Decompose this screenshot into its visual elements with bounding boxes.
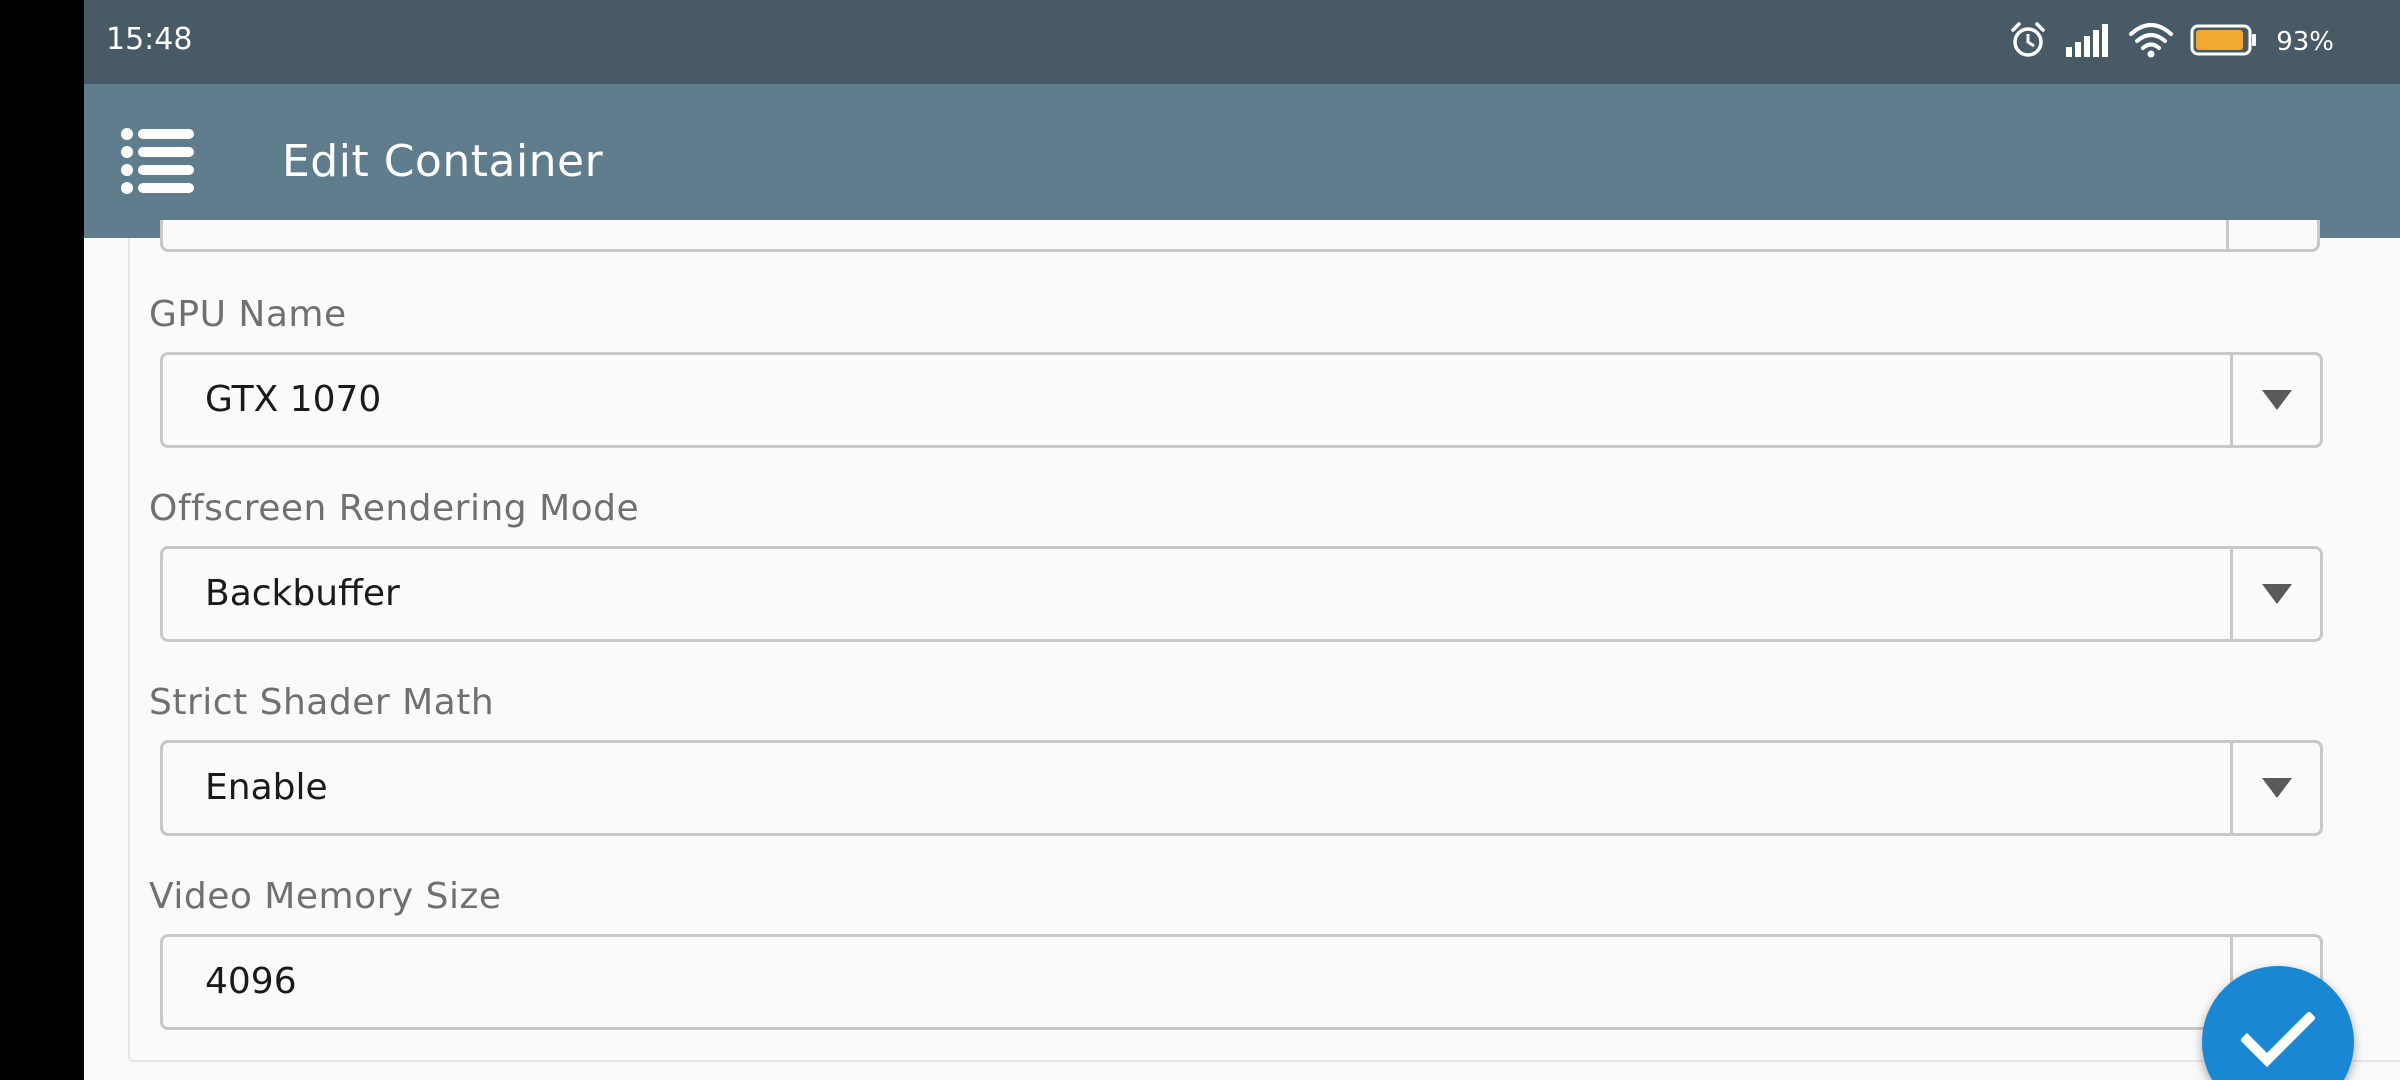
wifi-icon — [2128, 22, 2174, 62]
offscreen-rendering-dropdown-toggle[interactable] — [2230, 549, 2320, 639]
menu-list-icon[interactable] — [120, 126, 196, 196]
video-memory-size-dropdown[interactable]: 4096 — [160, 934, 2323, 1030]
status-icons: 93% — [2008, 20, 2334, 64]
battery-icon — [2190, 24, 2258, 60]
video-memory-size-value: 4096 — [205, 961, 297, 1002]
offscreen-rendering-label: Offscreen Rendering Mode — [149, 488, 640, 529]
chevron-down-icon — [2261, 390, 2292, 410]
chevron-down-icon — [2261, 778, 2292, 798]
signal-icon — [2064, 23, 2112, 61]
status-time: 15:48 — [106, 22, 193, 57]
strict-shader-math-dropdown[interactable]: Enable — [160, 740, 2323, 836]
previous-field-partial[interactable] — [160, 220, 2320, 252]
offscreen-rendering-value: Backbuffer — [205, 573, 400, 614]
battery-percent: 93% — [2276, 27, 2334, 57]
gpu-name-value: GTX 1070 — [205, 379, 382, 420]
status-bar: 15:48 93% — [84, 0, 2400, 84]
page-title: Edit Container — [282, 136, 604, 187]
check-icon — [2239, 1010, 2317, 1072]
app-screen: 15:48 93% Edit Container GPU Name GTX 10… — [84, 0, 2400, 1080]
video-memory-size-label: Video Memory Size — [149, 876, 502, 917]
gpu-name-label: GPU Name — [149, 294, 347, 335]
offscreen-rendering-dropdown[interactable]: Backbuffer — [160, 546, 2323, 642]
chevron-down-icon — [2261, 584, 2292, 604]
strict-shader-math-dropdown-toggle[interactable] — [2230, 743, 2320, 833]
alarm-icon — [2008, 20, 2048, 64]
strict-shader-math-value: Enable — [205, 767, 328, 808]
strict-shader-math-label: Strict Shader Math — [149, 682, 495, 723]
app-bar: Edit Container — [84, 84, 2400, 238]
gpu-name-dropdown[interactable]: GTX 1070 — [160, 352, 2323, 448]
gpu-name-dropdown-toggle[interactable] — [2230, 355, 2320, 445]
